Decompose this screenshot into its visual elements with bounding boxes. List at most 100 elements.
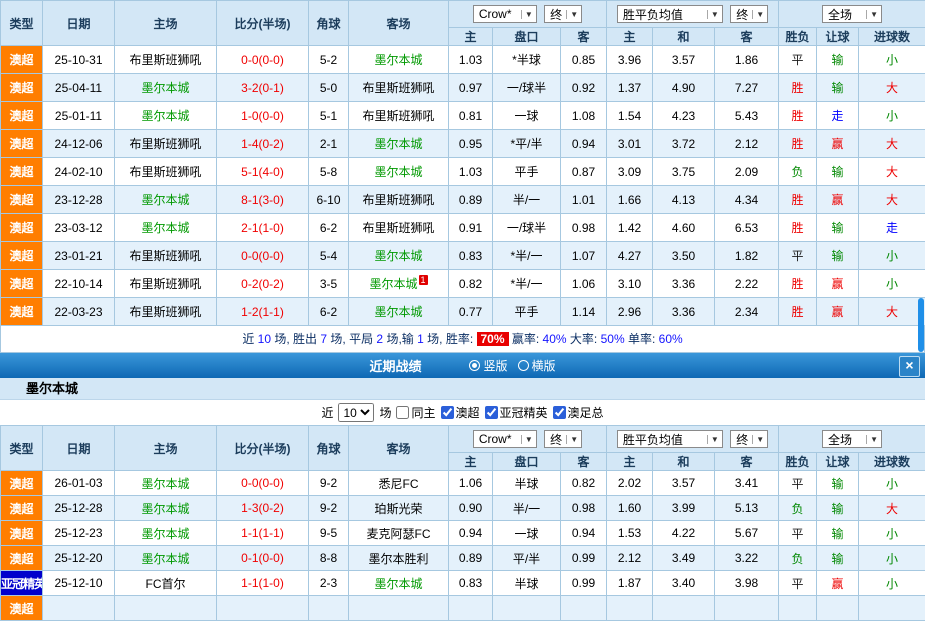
score-cell[interactable]: 1-4(0-2) — [217, 130, 309, 158]
league-b-checkbox[interactable]: 亚冠精英 — [485, 404, 548, 421]
score-cell[interactable]: 1-1(1-0) — [217, 571, 309, 596]
away-team-cell: 麦克阿瑟FC — [349, 521, 449, 546]
league-c-input[interactable] — [553, 406, 566, 419]
score-cell[interactable]: 2-1(1-0) — [217, 214, 309, 242]
match-row[interactable]: 亚冠精英 25-12-10 FC首尔 1-1(1-0) 2-3 墨尔本城 0.8… — [1, 571, 925, 596]
home-team: 墨尔本城 — [141, 193, 189, 207]
handicap-result-cell: 输 — [817, 521, 859, 546]
away-team-cell: 墨尔本城 — [349, 298, 449, 326]
score-cell[interactable]: 5-1(4-0) — [217, 158, 309, 186]
match-row[interactable]: 澳超 — [1, 596, 925, 621]
date-cell: 25-12-28 — [43, 496, 115, 521]
score-cell[interactable]: 3-2(0-1) — [217, 74, 309, 102]
away-team-cell — [349, 596, 449, 621]
unit-label: 场 — [379, 404, 391, 421]
goals-result-cell: 小 — [859, 270, 925, 298]
goals-result-cell: 大 — [859, 496, 925, 521]
home-team-cell: 墨尔本城 — [115, 214, 217, 242]
home-odds-cell: 0.83 — [449, 571, 493, 596]
date-cell: 25-12-23 — [43, 521, 115, 546]
date-cell: 25-04-11 — [43, 74, 115, 102]
win-odds-cell: 3.01 — [607, 130, 653, 158]
home-team-cell: 墨尔本城 — [115, 186, 217, 214]
match-row[interactable]: 澳超 23-03-12 墨尔本城 2-1(1-0) 6-2 布里斯班狮吼 0.9… — [1, 214, 925, 242]
wdl-avg-select[interactable]: 胜平负均值▼ — [617, 5, 723, 23]
corners-cell: 5-8 — [309, 158, 349, 186]
score-cell[interactable]: 0-0(0-0) — [217, 242, 309, 270]
recent-wdl-avg-select[interactable]: 胜平负均值▼ — [617, 430, 723, 448]
recent-fullmatch-select[interactable]: 全场▼ — [822, 430, 882, 448]
corners-cell: 6-2 — [309, 298, 349, 326]
league-c-checkbox[interactable]: 澳足总 — [553, 404, 604, 421]
draw-odds-cell: 3.50 — [653, 242, 715, 270]
result-cell: 胜 — [779, 298, 817, 326]
match-row[interactable]: 澳超 25-01-11 墨尔本城 1-0(0-0) 5-1 布里斯班狮吼 0.8… — [1, 102, 925, 130]
match-row[interactable]: 澳超 25-12-20 墨尔本城 0-1(0-0) 8-8 墨尔本胜利 0.89… — [1, 546, 925, 571]
radio-horizontal[interactable] — [518, 360, 529, 371]
score-cell[interactable]: 1-1(1-1) — [217, 521, 309, 546]
radio-vertical-label[interactable]: 竖版 — [483, 357, 507, 374]
match-row[interactable]: 澳超 24-12-06 布里斯班狮吼 1-4(0-2) 2-1 墨尔本城 0.9… — [1, 130, 925, 158]
handicap-cell: 平/半 — [493, 546, 561, 571]
bookmaker-select[interactable]: Crow*▼ — [473, 5, 537, 23]
handicap-odds-group: Crow*▼ 终▼ — [449, 1, 607, 28]
league-cell: 澳超 — [1, 46, 43, 74]
score-cell[interactable] — [217, 596, 309, 621]
odds-time-select[interactable]: 终▼ — [544, 5, 582, 23]
corners-cell: 5-1 — [309, 102, 349, 130]
league-a-checkbox[interactable]: 澳超 — [441, 404, 480, 421]
scrollbar-thumb[interactable] — [918, 298, 924, 352]
same-home-checkbox[interactable]: 同主 — [396, 404, 435, 421]
goals-result-cell: 小 — [859, 242, 925, 270]
wdl-time-select[interactable]: 终▼ — [730, 5, 768, 23]
match-row[interactable]: 澳超 26-01-03 墨尔本城 0-0(0-0) 9-2 悉尼FC 1.06 … — [1, 471, 925, 496]
fullmatch-select[interactable]: 全场▼ — [822, 5, 882, 23]
match-row[interactable]: 澳超 24-02-10 布里斯班狮吼 5-1(4-0) 5-8 墨尔本城 1.0… — [1, 158, 925, 186]
match-row[interactable]: 澳超 23-01-21 布里斯班狮吼 0-0(0-0) 5-4 墨尔本城 0.8… — [1, 242, 925, 270]
radio-vertical[interactable] — [469, 360, 480, 371]
chevron-down-icon: ▼ — [752, 10, 764, 19]
lose-odds-cell: 5.13 — [715, 496, 779, 521]
league-a-input[interactable] — [441, 406, 454, 419]
match-row[interactable]: 澳超 25-10-31 布里斯班狮吼 0-0(0-0) 5-2 墨尔本城 1.0… — [1, 46, 925, 74]
draw-odds-cell: 3.99 — [653, 496, 715, 521]
same-home-input[interactable] — [396, 406, 409, 419]
wdl-avg-select-value: 胜平负均值 — [623, 6, 683, 23]
handicap-cell: 一球 — [493, 102, 561, 130]
league-b-input[interactable] — [485, 406, 498, 419]
h2h-table: 类型 日期 主场 比分(半场) 角球 客场 Crow*▼ 终▼ 胜平负均值▼ 终… — [0, 0, 925, 326]
away-odds-cell: 1.14 — [561, 298, 607, 326]
score-cell[interactable]: 1-2(1-1) — [217, 298, 309, 326]
match-row[interactable]: 澳超 25-04-11 墨尔本城 3-2(0-1) 5-0 布里斯班狮吼 0.9… — [1, 74, 925, 102]
win-odds-cell: 3.10 — [607, 270, 653, 298]
summary-part: 50% — [601, 332, 625, 346]
away-team-cell: 布里斯班狮吼 — [349, 74, 449, 102]
score-cell[interactable]: 0-0(0-0) — [217, 471, 309, 496]
score-cell[interactable]: 1-3(0-2) — [217, 496, 309, 521]
draw-odds-cell: 3.57 — [653, 46, 715, 74]
match-row[interactable]: 澳超 22-03-23 布里斯班狮吼 1-2(1-1) 6-2 墨尔本城 0.7… — [1, 298, 925, 326]
score-cell[interactable]: 1-0(0-0) — [217, 102, 309, 130]
recent-bookmaker-select[interactable]: Crow*▼ — [473, 430, 537, 448]
match-row[interactable]: 澳超 22-10-14 布里斯班狮吼 0-2(0-2) 3-5 墨尔本城1 0.… — [1, 270, 925, 298]
result-cell: 平 — [779, 471, 817, 496]
radio-horizontal-label[interactable]: 横版 — [532, 357, 556, 374]
score-cell[interactable]: 0-1(0-0) — [217, 546, 309, 571]
col-lose: 客 — [715, 453, 779, 471]
score-cell[interactable]: 0-0(0-0) — [217, 46, 309, 74]
match-row[interactable]: 澳超 25-12-28 墨尔本城 1-3(0-2) 9-2 珀斯光荣 0.90 … — [1, 496, 925, 521]
lose-odds-cell: 5.43 — [715, 102, 779, 130]
home-team-cell: 布里斯班狮吼 — [115, 158, 217, 186]
away-odds-cell — [561, 596, 607, 621]
match-count-select[interactable]: 10 — [338, 403, 374, 422]
match-row[interactable]: 澳超 23-12-28 墨尔本城 8-1(3-0) 6-10 布里斯班狮吼 0.… — [1, 186, 925, 214]
col-home: 主场 — [115, 426, 217, 471]
close-button[interactable]: × — [899, 356, 920, 377]
match-row[interactable]: 澳超 25-12-23 墨尔本城 1-1(1-1) 9-5 麦克阿瑟FC 0.9… — [1, 521, 925, 546]
corners-cell: 5-0 — [309, 74, 349, 102]
result-cell: 胜 — [779, 102, 817, 130]
recent-odds-time-select[interactable]: 终▼ — [544, 430, 582, 448]
score-cell[interactable]: 8-1(3-0) — [217, 186, 309, 214]
score-cell[interactable]: 0-2(0-2) — [217, 270, 309, 298]
recent-wdl-time-select[interactable]: 终▼ — [730, 430, 768, 448]
